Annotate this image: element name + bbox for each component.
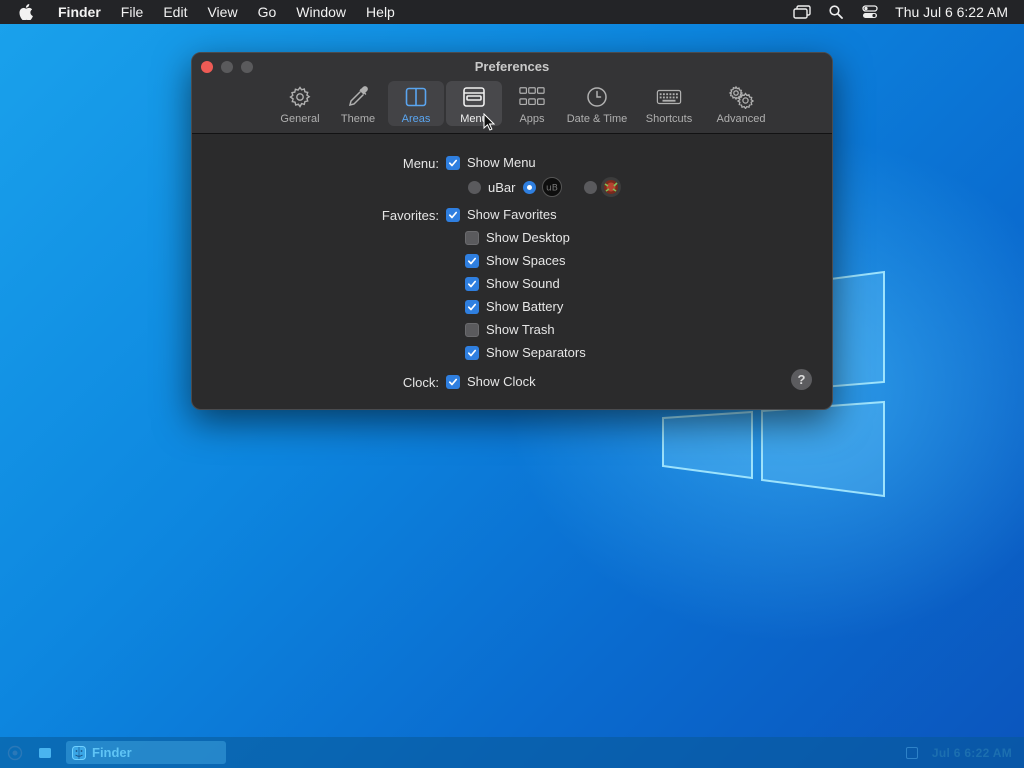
menu-edit[interactable]: Edit [153, 0, 197, 24]
show-spaces-checkbox[interactable]: Show Spaces [465, 253, 566, 268]
start-icon[interactable] [0, 737, 30, 768]
logo-2-icon: uB [542, 177, 563, 197]
tab-date-time[interactable]: Date & Time [562, 81, 632, 126]
tab-theme[interactable]: Theme [330, 81, 386, 126]
system-tray: Jul 6 6:22 AM [905, 746, 1024, 760]
tab-apps-label: Apps [519, 113, 545, 125]
show-trash-label: Show Trash [486, 322, 555, 337]
tab-advanced[interactable]: Advanced [706, 81, 776, 126]
show-favorites-label: Show Favorites [467, 207, 557, 222]
control-center-icon[interactable] [853, 5, 887, 19]
menu-style-radio-group: uBar uB [468, 177, 622, 197]
show-desktop-checkbox[interactable]: Show Desktop [465, 230, 570, 245]
checkbox-checked [465, 345, 479, 360]
checkbox-checked [465, 253, 479, 268]
menu-help[interactable]: Help [356, 0, 405, 24]
taskbar: Finder Jul 6 6:22 AM [0, 737, 1024, 768]
tab-apps[interactable]: Apps [504, 81, 560, 126]
tab-areas-label: Areas [401, 113, 431, 125]
show-menu-checkbox[interactable]: Show Menu [446, 155, 536, 170]
window-titlebar: Preferences General Theme Areas Menu App… [192, 53, 832, 134]
notification-icon[interactable] [905, 746, 918, 759]
apps-grid-icon [519, 85, 545, 113]
tab-shortcuts[interactable]: Shortcuts [634, 81, 704, 126]
menu-app-name[interactable]: Finder [52, 0, 111, 24]
tab-shortcuts-label: Shortcuts [645, 113, 693, 125]
screen-mirroring-icon[interactable] [785, 5, 819, 19]
menu-section-label: Menu: [402, 156, 439, 171]
show-battery-checkbox[interactable]: Show Battery [465, 299, 563, 314]
preferences-content: Menu: Show Menu uBar uB Favorites: Show … [192, 134, 832, 409]
show-clock-checkbox[interactable]: Show Clock [446, 374, 536, 389]
checkbox-checked [446, 207, 460, 222]
menu-go[interactable]: Go [248, 0, 287, 24]
tab-general[interactable]: General [272, 81, 328, 126]
menubar-clock[interactable]: Thu Jul 6 6:22 AM [887, 4, 1008, 20]
gears-icon [728, 85, 755, 113]
window-title: Preferences [474, 59, 550, 74]
preferences-window: Preferences General Theme Areas Menu App… [191, 52, 833, 410]
apple-menu-icon[interactable] [0, 4, 52, 20]
menu-bar: Finder File Edit View Go Window Help Thu… [0, 0, 1024, 24]
taskbar-finder-button[interactable]: Finder [66, 741, 226, 764]
mouse-pointer-icon [483, 112, 496, 131]
checkbox-unchecked [465, 230, 479, 245]
taskbar-clock[interactable]: Jul 6 6:22 AM [932, 746, 1012, 760]
show-separators-label: Show Separators [486, 345, 586, 360]
taskbar-finder-label: Finder [92, 745, 132, 760]
clock-icon [584, 85, 610, 113]
svg-text:uB: uB [546, 184, 558, 193]
favorites-section-label: Favorites: [381, 208, 439, 223]
show-separators-checkbox[interactable]: Show Separators [465, 345, 586, 360]
checkbox-unchecked [465, 322, 479, 337]
finder-icon [72, 745, 86, 760]
tab-theme-label: Theme [340, 113, 376, 125]
radio-ubar[interactable] [468, 180, 481, 194]
show-clock-label: Show Clock [467, 374, 536, 389]
radio-logo-2[interactable] [523, 180, 537, 194]
tab-advanced-label: Advanced [716, 113, 766, 125]
show-sound-label: Show Sound [486, 276, 560, 291]
show-battery-label: Show Battery [486, 299, 564, 314]
spotlight-search-icon[interactable] [819, 5, 853, 19]
show-desktop-label: Show Desktop [486, 230, 570, 245]
tab-areas[interactable]: Areas [388, 81, 444, 126]
keyboard-icon [656, 85, 682, 113]
show-menu-label: Show Menu [467, 155, 536, 170]
show-trash-checkbox[interactable]: Show Trash [465, 322, 555, 337]
ubar-label: uBar [488, 179, 516, 195]
tab-general-label: General [280, 113, 320, 125]
checkbox-checked [446, 374, 460, 389]
menu-file[interactable]: File [111, 0, 154, 24]
tab-date-time-label: Date & Time [566, 113, 628, 125]
clock-section-label: Clock: [402, 375, 439, 390]
radio-logo-3[interactable] [584, 180, 598, 194]
menu-view[interactable]: View [197, 0, 247, 24]
checkbox-checked [446, 155, 460, 170]
show-favorites-checkbox[interactable]: Show Favorites [446, 207, 557, 222]
logo-3-icon [601, 177, 622, 197]
menu-window[interactable]: Window [286, 0, 356, 24]
menu-icon [461, 85, 487, 113]
preferences-toolbar: General Theme Areas Menu Apps Date & Tim… [272, 81, 776, 126]
gear-icon [287, 85, 313, 113]
split-panel-icon [403, 85, 429, 113]
help-button[interactable]: ? [791, 369, 812, 390]
task-view-icon[interactable] [30, 737, 60, 768]
checkbox-checked [465, 276, 479, 291]
help-glyph: ? [797, 372, 806, 387]
show-sound-checkbox[interactable]: Show Sound [465, 276, 560, 291]
checkbox-checked [465, 299, 479, 314]
show-spaces-label: Show Spaces [486, 253, 566, 268]
eyedropper-icon [345, 85, 371, 113]
